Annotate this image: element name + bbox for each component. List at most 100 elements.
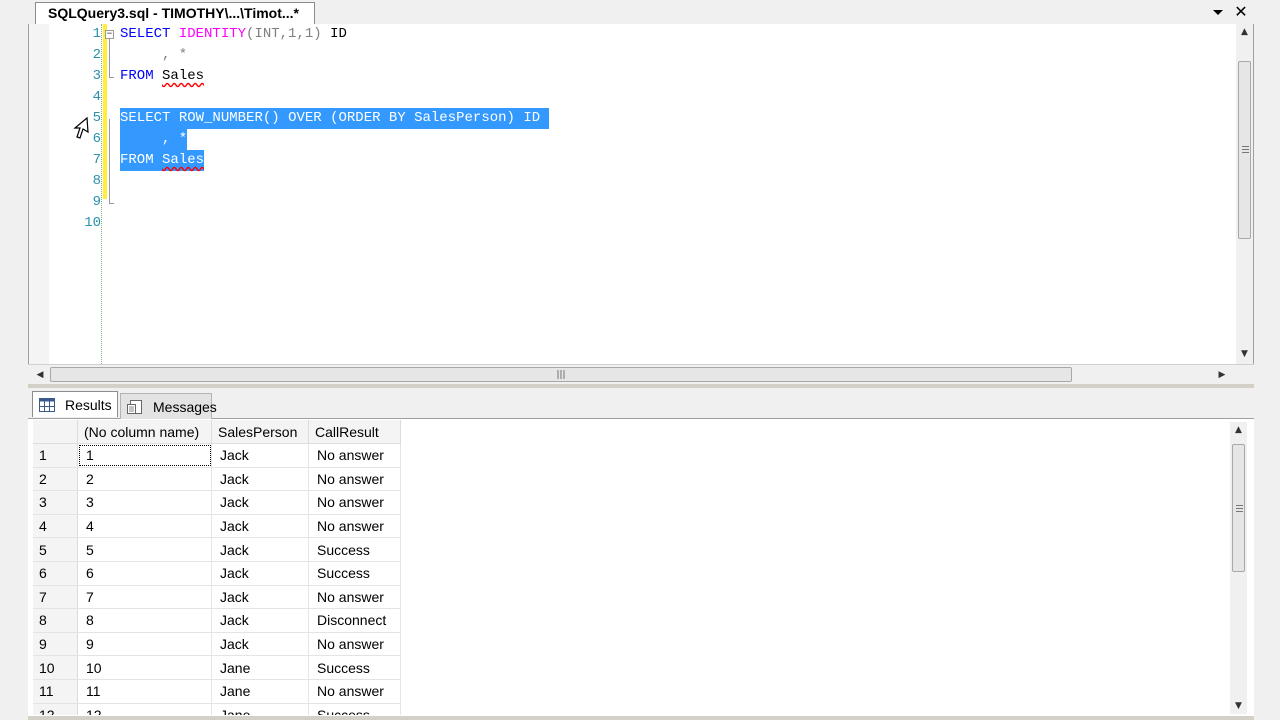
grid-cell[interactable]: No answer [308,490,401,515]
table-row[interactable]: 2 2 Jack No answer [33,467,401,492]
table-row[interactable]: 8 8 Jack Disconnect [33,608,401,633]
row-number[interactable]: 9 [33,632,78,657]
row-number[interactable]: 6 [33,561,78,586]
row-number[interactable]: 5 [33,537,78,562]
scroll-up-arrow-icon[interactable]: ▲ [1230,422,1247,438]
scroll-up-arrow-icon[interactable]: ▲ [1236,24,1253,40]
line-number: 10 [84,215,101,231]
row-number[interactable]: 2 [33,467,78,492]
grid-cell[interactable]: Jack [211,537,309,562]
grid-cell[interactable]: Jack [211,443,309,468]
row-number[interactable]: 7 [33,585,78,610]
grid-cell[interactable]: Success [308,655,401,680]
grid-cell[interactable]: 9 [77,632,212,657]
row-number-header[interactable] [33,420,78,444]
grid-cell[interactable]: No answer [308,585,401,610]
keyword: FROM [120,152,154,168]
column-alias: ID [321,26,347,42]
grid-cell[interactable]: 11 [77,679,212,704]
column-header[interactable]: CallResult [308,420,401,444]
scrollbar-thumb[interactable] [1232,444,1245,572]
line-number: 8 [92,173,101,189]
grid-cell[interactable]: 12 [77,703,212,715]
close-icon[interactable]: ✕ [1232,3,1250,21]
row-number[interactable]: 8 [33,608,78,633]
grid-cell[interactable]: 1 [77,443,212,468]
scroll-left-arrow-icon[interactable]: ◀ [32,367,48,383]
column-header[interactable]: (No column name) [77,420,212,444]
grid-cell[interactable]: Success [308,561,401,586]
table-row[interactable]: 4 4 Jack No answer [33,514,401,539]
grid-cell[interactable]: Jack [211,490,309,515]
row-number[interactable]: 11 [33,679,78,704]
grid-cell[interactable]: 3 [77,490,212,515]
grid-cell[interactable]: 5 [77,537,212,562]
tab-messages[interactable]: Messages [120,393,217,419]
results-grid[interactable]: (No column name) SalesPerson CallResult … [33,420,1226,715]
grid-cell[interactable]: Jack [211,632,309,657]
scrollbar-thumb[interactable] [50,367,1072,382]
change-tracking-bar [103,24,107,199]
code-line-7: FROM Sales [120,150,205,171]
tab-dropdown-icon[interactable] [1210,4,1226,20]
line-number: 2 [92,47,101,63]
scroll-down-arrow-icon[interactable]: ▼ [1236,346,1253,362]
grid-cell[interactable]: No answer [308,679,401,704]
table-row[interactable]: 9 9 Jack No answer [33,632,401,657]
window-left-border [0,24,28,720]
grid-cell[interactable]: No answer [308,467,401,492]
grid-cell[interactable]: Jack [211,608,309,633]
grid-cell[interactable]: No answer [308,514,401,539]
editor-vertical-scrollbar[interactable]: ▲ ▼ [1236,24,1253,364]
editor-horizontal-scrollbar[interactable]: ◀ ▶ [28,364,1254,384]
table-row[interactable]: 5 5 Jack Success [33,537,401,562]
grid-cell[interactable]: Jack [211,561,309,586]
row-number[interactable]: 4 [33,514,78,539]
column-header[interactable]: SalesPerson [211,420,309,444]
scrollbar-thumb[interactable] [1238,61,1251,239]
grid-cell[interactable]: Jack [211,514,309,539]
table-row[interactable]: 7 7 Jack No answer [33,585,401,610]
line-number: 6 [92,131,101,147]
table-row[interactable]: 12 12 Jane Success [33,703,401,715]
table-row[interactable]: 6 6 Jack Success [33,561,401,586]
grid-cell[interactable]: Jack [211,467,309,492]
grid-cell[interactable]: Success [308,537,401,562]
line-number: 1 [92,26,101,42]
grid-cell[interactable]: No answer [308,443,401,468]
grid-cell[interactable]: 8 [77,608,212,633]
grid-cell[interactable]: Jane [211,703,309,715]
row-number[interactable]: 3 [33,490,78,515]
grid-cell[interactable]: Jane [211,679,309,704]
grid-cell[interactable]: 4 [77,514,212,539]
scroll-right-arrow-icon[interactable]: ▶ [1214,367,1230,383]
query-document-tab[interactable]: SQLQuery3.sql - TIMOTHY\...\Timot...* [35,2,315,24]
code-punct: ) [506,110,515,126]
query-editor[interactable]: 1 2 3 4 5 6 7 8 9 10 − SELECT IDENTITY(I… [28,24,1254,364]
collapse-icon[interactable]: − [105,30,114,39]
grid-vertical-scrollbar[interactable]: ▲ ▼ [1230,422,1247,714]
grid-cell[interactable]: Jack [211,585,309,610]
grid-cell[interactable]: 6 [77,561,212,586]
grid-cell[interactable]: Jane [211,655,309,680]
row-number[interactable]: 1 [33,443,78,468]
table-row[interactable]: 3 3 Jack No answer [33,490,401,515]
outline-bracket [109,39,110,77]
grid-cell[interactable]: Disconnect [308,608,401,633]
row-number[interactable]: 10 [33,655,78,680]
row-number[interactable]: 12 [33,703,78,715]
function-name: IDENTITY [178,26,247,42]
grid-cell[interactable]: 2 [77,467,212,492]
keyword: OVER [288,110,322,126]
tab-results[interactable]: Results [32,391,118,417]
table-row[interactable]: 11 11 Jane No answer [33,679,401,704]
table-row[interactable]: 1 1 Jack No answer [33,443,401,468]
scroll-down-arrow-icon[interactable]: ▼ [1230,698,1247,714]
grid-cell[interactable]: No answer [308,632,401,657]
grid-cell[interactable]: Success [308,703,401,715]
grid-cell[interactable]: 10 [77,655,212,680]
grid-cell[interactable]: 7 [77,585,212,610]
line-number: 9 [92,194,101,210]
outline-bracket [109,119,110,203]
table-row[interactable]: 10 10 Jane Success [33,655,401,680]
